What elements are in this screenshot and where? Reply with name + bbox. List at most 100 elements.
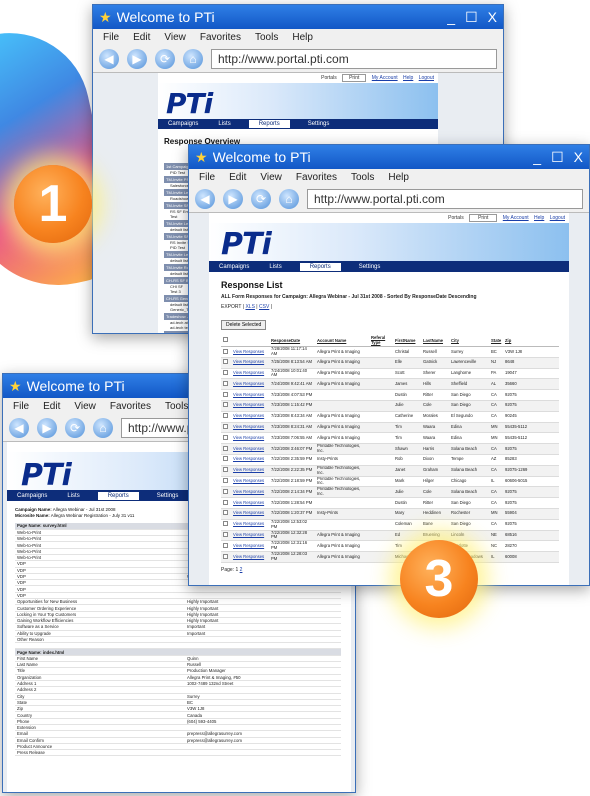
- menu-favorites[interactable]: Favorites: [296, 172, 337, 183]
- home-icon[interactable]: ⌂: [93, 417, 113, 438]
- view-responses-link[interactable]: View Responses: [233, 521, 264, 526]
- view-responses-link[interactable]: View Responses: [233, 467, 264, 472]
- view-responses-link[interactable]: View Responses: [233, 435, 264, 440]
- my-account-link[interactable]: My Account: [372, 75, 398, 81]
- row-checkbox[interactable]: [223, 391, 228, 397]
- page-1[interactable]: 1: [235, 567, 238, 573]
- home-icon[interactable]: ⌂: [183, 48, 203, 69]
- view-responses-link[interactable]: View Responses: [233, 359, 264, 364]
- forward-icon[interactable]: ▶: [37, 417, 57, 438]
- view-responses-link[interactable]: View Responses: [233, 349, 264, 354]
- menu-favorites[interactable]: Favorites: [200, 32, 241, 43]
- refresh-icon[interactable]: ⟳: [251, 188, 271, 209]
- view-responses-link[interactable]: View Responses: [233, 500, 264, 505]
- nav-reports[interactable]: Reports: [248, 120, 290, 128]
- back-icon[interactable]: ◀: [9, 417, 29, 438]
- portal-select[interactable]: Print: [342, 74, 367, 82]
- logout-link[interactable]: Logout: [550, 215, 565, 221]
- help-link[interactable]: Help: [534, 215, 544, 221]
- home-icon[interactable]: ⌂: [279, 188, 299, 209]
- close-button[interactable]: X: [574, 149, 583, 165]
- view-responses-link[interactable]: View Responses: [233, 478, 264, 483]
- maximize-button[interactable]: ☐: [551, 149, 564, 166]
- view-responses-link[interactable]: View Responses: [233, 392, 264, 397]
- nav-campaigns[interactable]: Campaigns: [217, 263, 251, 271]
- help-link[interactable]: Help: [403, 75, 413, 81]
- row-checkbox[interactable]: [223, 553, 228, 559]
- column-header[interactable]: City: [449, 334, 489, 347]
- row-checkbox[interactable]: [223, 359, 228, 365]
- select-all-checkbox[interactable]: [223, 337, 228, 342]
- nav-settings[interactable]: Settings: [306, 120, 332, 128]
- row-checkbox[interactable]: [223, 424, 228, 430]
- menu-edit[interactable]: Edit: [133, 32, 150, 43]
- menu-file[interactable]: File: [199, 172, 215, 183]
- row-checkbox[interactable]: [223, 413, 228, 419]
- menu-tools[interactable]: Tools: [165, 401, 188, 412]
- export-csv-link[interactable]: CSV: [259, 304, 269, 310]
- menu-view[interactable]: View: [260, 172, 282, 183]
- menu-help[interactable]: Help: [292, 32, 313, 43]
- nav-reports[interactable]: Reports: [97, 491, 139, 500]
- row-checkbox[interactable]: [223, 488, 228, 494]
- column-header[interactable]: Zip: [503, 334, 559, 347]
- address-bar[interactable]: http://www.portal.pti.com: [307, 188, 583, 209]
- view-responses-link[interactable]: View Responses: [233, 424, 264, 429]
- menu-view[interactable]: View: [164, 32, 186, 43]
- row-checkbox[interactable]: [223, 510, 228, 516]
- my-account-link[interactable]: My Account: [503, 215, 529, 221]
- back-icon[interactable]: ◀: [195, 188, 215, 209]
- view-responses-link[interactable]: View Responses: [233, 381, 264, 386]
- page-2-link[interactable]: 2: [240, 567, 243, 573]
- nav-lists[interactable]: Lists: [216, 120, 232, 128]
- row-checkbox[interactable]: [223, 380, 228, 386]
- view-responses-link[interactable]: View Responses: [233, 456, 264, 462]
- row-checkbox[interactable]: [223, 434, 228, 440]
- column-header[interactable]: FirstName: [393, 334, 421, 347]
- row-checkbox[interactable]: [223, 467, 228, 473]
- view-responses-link[interactable]: View Responses: [233, 554, 264, 559]
- view-responses-link[interactable]: View Responses: [233, 489, 264, 494]
- view-responses-link[interactable]: View Responses: [233, 510, 264, 516]
- refresh-icon[interactable]: ⟳: [65, 417, 85, 438]
- close-button[interactable]: X: [488, 9, 497, 25]
- row-checkbox[interactable]: [223, 402, 228, 408]
- nav-settings[interactable]: Settings: [155, 492, 181, 500]
- menu-tools[interactable]: Tools: [255, 32, 278, 43]
- row-checkbox[interactable]: [223, 445, 228, 451]
- row-checkbox[interactable]: [223, 532, 228, 538]
- column-header[interactable]: ResponseDate: [269, 334, 315, 347]
- export-xls-link[interactable]: XLS: [245, 304, 254, 310]
- menu-favorites[interactable]: Favorites: [110, 401, 151, 412]
- row-checkbox[interactable]: [223, 542, 228, 548]
- view-responses-link[interactable]: View Responses: [233, 370, 264, 375]
- menu-edit[interactable]: Edit: [43, 401, 60, 412]
- column-header[interactable]: Account Name: [315, 334, 369, 347]
- menu-help[interactable]: Help: [388, 172, 409, 183]
- row-checkbox[interactable]: [223, 478, 228, 484]
- maximize-button[interactable]: ☐: [465, 9, 478, 26]
- menu-file[interactable]: File: [13, 401, 29, 412]
- view-responses-link[interactable]: View Responses: [233, 402, 264, 408]
- row-checkbox[interactable]: [223, 499, 228, 505]
- nav-reports[interactable]: Reports: [299, 262, 341, 271]
- forward-icon[interactable]: ▶: [223, 188, 243, 209]
- back-icon[interactable]: ◀: [99, 48, 119, 69]
- menu-view[interactable]: View: [74, 401, 96, 412]
- row-checkbox[interactable]: [223, 456, 228, 462]
- menu-tools[interactable]: Tools: [351, 172, 374, 183]
- nav-lists[interactable]: Lists: [267, 263, 283, 271]
- row-checkbox[interactable]: [223, 521, 228, 527]
- refresh-icon[interactable]: ⟳: [155, 48, 175, 69]
- nav-campaigns[interactable]: Campaigns: [166, 120, 200, 128]
- column-header[interactable]: LastName: [421, 334, 449, 347]
- nav-lists[interactable]: Lists: [65, 492, 81, 500]
- logout-link[interactable]: Logout: [419, 75, 434, 81]
- minimize-button[interactable]: _: [447, 9, 455, 25]
- forward-icon[interactable]: ▶: [127, 48, 147, 69]
- view-responses-link[interactable]: View Responses: [233, 532, 264, 537]
- view-responses-link[interactable]: View Responses: [233, 543, 264, 548]
- address-bar[interactable]: http://www.portal.pti.com: [211, 48, 497, 69]
- column-header[interactable]: Referal Type: [369, 334, 393, 347]
- menu-file[interactable]: File: [103, 32, 119, 43]
